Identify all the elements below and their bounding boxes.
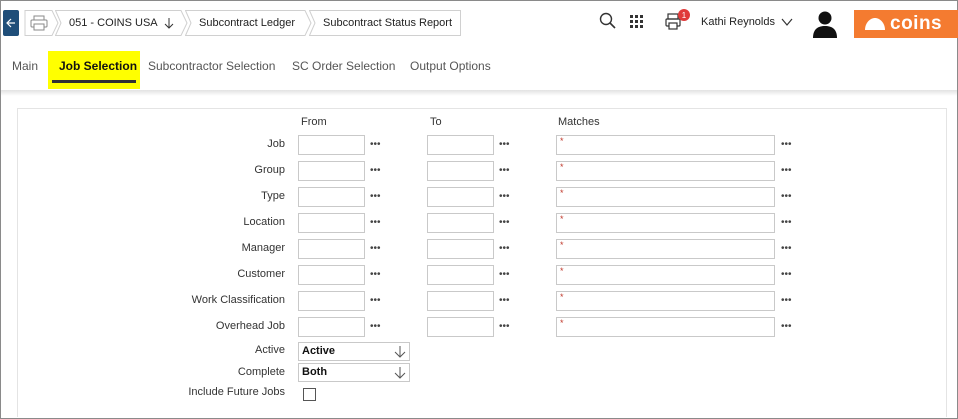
location-from-input[interactable] — [298, 213, 365, 233]
type-label: Type — [261, 190, 285, 202]
sort-down-icon — [394, 367, 406, 379]
column-header-from: From — [301, 116, 327, 128]
breadcrumb-label: Subcontract Ledger — [199, 17, 296, 29]
location-from-lookup-button[interactable]: ••• — [370, 217, 381, 228]
company-name: 051 - COINS USA — [69, 17, 158, 29]
manager-matches-input[interactable]: * — [556, 239, 775, 259]
column-header-matches: Matches — [558, 116, 600, 128]
overhead-job-to-input[interactable] — [427, 317, 494, 337]
job-matches-input[interactable]: * — [556, 135, 775, 155]
complete-label: Complete — [237, 366, 285, 378]
customer-matches-lookup-button[interactable]: ••• — [781, 269, 792, 280]
company-selector[interactable]: 051 - COINS USA — [55, 10, 189, 36]
manager-matches-lookup-button[interactable]: ••• — [781, 243, 792, 254]
breadcrumb-subcontract-ledger[interactable]: Subcontract Ledger — [185, 10, 313, 36]
tab-divider — [1, 90, 957, 96]
complete-select[interactable]: Both — [298, 363, 410, 382]
logo-text: coins — [890, 13, 943, 34]
include-future-jobs-label: Include Future Jobs — [188, 386, 285, 398]
customer-to-lookup-button[interactable]: ••• — [499, 269, 510, 280]
group-matches-lookup-button[interactable]: ••• — [781, 165, 792, 176]
include-future-jobs-checkbox[interactable] — [303, 388, 316, 401]
overhead-job-from-input[interactable] — [298, 317, 365, 337]
location-to-lookup-button[interactable]: ••• — [499, 217, 510, 228]
group-from-lookup-button[interactable]: ••• — [370, 165, 381, 176]
type-from-lookup-button[interactable]: ••• — [370, 191, 381, 202]
tab-main[interactable]: Main — [12, 59, 38, 73]
group-from-input[interactable] — [298, 161, 365, 181]
type-from-input[interactable] — [298, 187, 365, 207]
type-matches-input[interactable]: * — [556, 187, 775, 207]
work-classification-from-input[interactable] — [298, 291, 365, 311]
work-classification-label: Work Classification — [191, 294, 285, 306]
job-to-input[interactable] — [427, 135, 494, 155]
group-to-lookup-button[interactable]: ••• — [499, 165, 510, 176]
type-matches-lookup-button[interactable]: ••• — [781, 191, 792, 202]
back-arrow-icon — [6, 18, 15, 28]
overhead-job-label: Overhead Job — [215, 320, 285, 332]
tab-sc-order-selection[interactable]: SC Order Selection — [292, 59, 395, 73]
tab-output-options[interactable]: Output Options — [410, 59, 491, 73]
overhead-job-from-lookup-button[interactable]: ••• — [370, 321, 381, 332]
column-header-to: To — [430, 116, 442, 128]
group-matches-input[interactable]: * — [556, 161, 775, 181]
user-name[interactable]: Kathi Reynolds — [701, 16, 775, 28]
active-tab-indicator — [52, 80, 136, 83]
manager-to-lookup-button[interactable]: ••• — [499, 243, 510, 254]
manager-from-lookup-button[interactable]: ••• — [370, 243, 381, 254]
work-classification-matches-input[interactable]: * — [556, 291, 775, 311]
print-icon — [30, 15, 48, 31]
customer-from-input[interactable] — [298, 265, 365, 285]
type-to-lookup-button[interactable]: ••• — [499, 191, 510, 202]
complete-select-value: Both — [302, 366, 328, 378]
back-button[interactable] — [3, 10, 19, 36]
app-window: 051 - COINS USA Subcontract Ledger Subco… — [0, 0, 958, 419]
top-bar: 051 - COINS USA Subcontract Ledger Subco… — [1, 1, 958, 45]
tab-job-selection[interactable]: Job Selection — [48, 51, 140, 89]
active-select[interactable]: Active — [298, 342, 410, 361]
overhead-job-matches-input[interactable]: * — [556, 317, 775, 337]
group-to-input[interactable] — [427, 161, 494, 181]
print-crumb-button[interactable] — [24, 10, 59, 36]
group-label: Group — [254, 164, 285, 176]
job-matches-lookup-button[interactable]: ••• — [781, 139, 792, 150]
notification-badge: 1 — [678, 9, 690, 21]
job-label: Job — [267, 138, 285, 150]
customer-matches-input[interactable]: * — [556, 265, 775, 285]
work-classification-to-lookup-button[interactable]: ••• — [499, 295, 510, 306]
customer-to-input[interactable] — [427, 265, 494, 285]
active-label: Active — [255, 344, 285, 356]
tab-label: Job Selection — [59, 59, 138, 73]
manager-to-input[interactable] — [427, 239, 494, 259]
job-from-input[interactable] — [298, 135, 365, 155]
manager-from-input[interactable] — [298, 239, 365, 259]
user-avatar-icon[interactable] — [811, 10, 839, 38]
location-label: Location — [243, 216, 285, 228]
work-classification-from-lookup-button[interactable]: ••• — [370, 295, 381, 306]
job-from-lookup-button[interactable]: ••• — [370, 139, 381, 150]
work-classification-to-input[interactable] — [427, 291, 494, 311]
job-to-lookup-button[interactable]: ••• — [499, 139, 510, 150]
tab-bar: Main Job Selection Subcontractor Selecti… — [1, 45, 957, 91]
sort-down-icon — [394, 346, 406, 358]
overhead-job-to-lookup-button[interactable]: ••• — [499, 321, 510, 332]
tab-subcontractor-selection[interactable]: Subcontractor Selection — [148, 59, 275, 73]
coins-logo[interactable]: coins — [854, 10, 958, 38]
customer-label: Customer — [237, 268, 285, 280]
overhead-job-matches-lookup-button[interactable]: ••• — [781, 321, 792, 332]
sort-down-icon — [164, 18, 173, 29]
location-matches-input[interactable]: * — [556, 213, 775, 233]
manager-label: Manager — [241, 242, 285, 254]
type-to-input[interactable] — [427, 187, 494, 207]
active-select-value: Active — [302, 345, 336, 357]
breadcrumb-subcontract-status-report[interactable]: Subcontract Status Report — [309, 10, 461, 36]
breadcrumb-label: Subcontract Status Report — [323, 17, 453, 29]
work-classification-matches-lookup-button[interactable]: ••• — [781, 295, 792, 306]
customer-from-lookup-button[interactable]: ••• — [370, 269, 381, 280]
apps-grid-icon[interactable] — [630, 15, 644, 29]
search-icon[interactable] — [599, 12, 617, 30]
chevron-down-icon[interactable] — [781, 17, 793, 27]
location-to-input[interactable] — [427, 213, 494, 233]
location-matches-lookup-button[interactable]: ••• — [781, 217, 792, 228]
